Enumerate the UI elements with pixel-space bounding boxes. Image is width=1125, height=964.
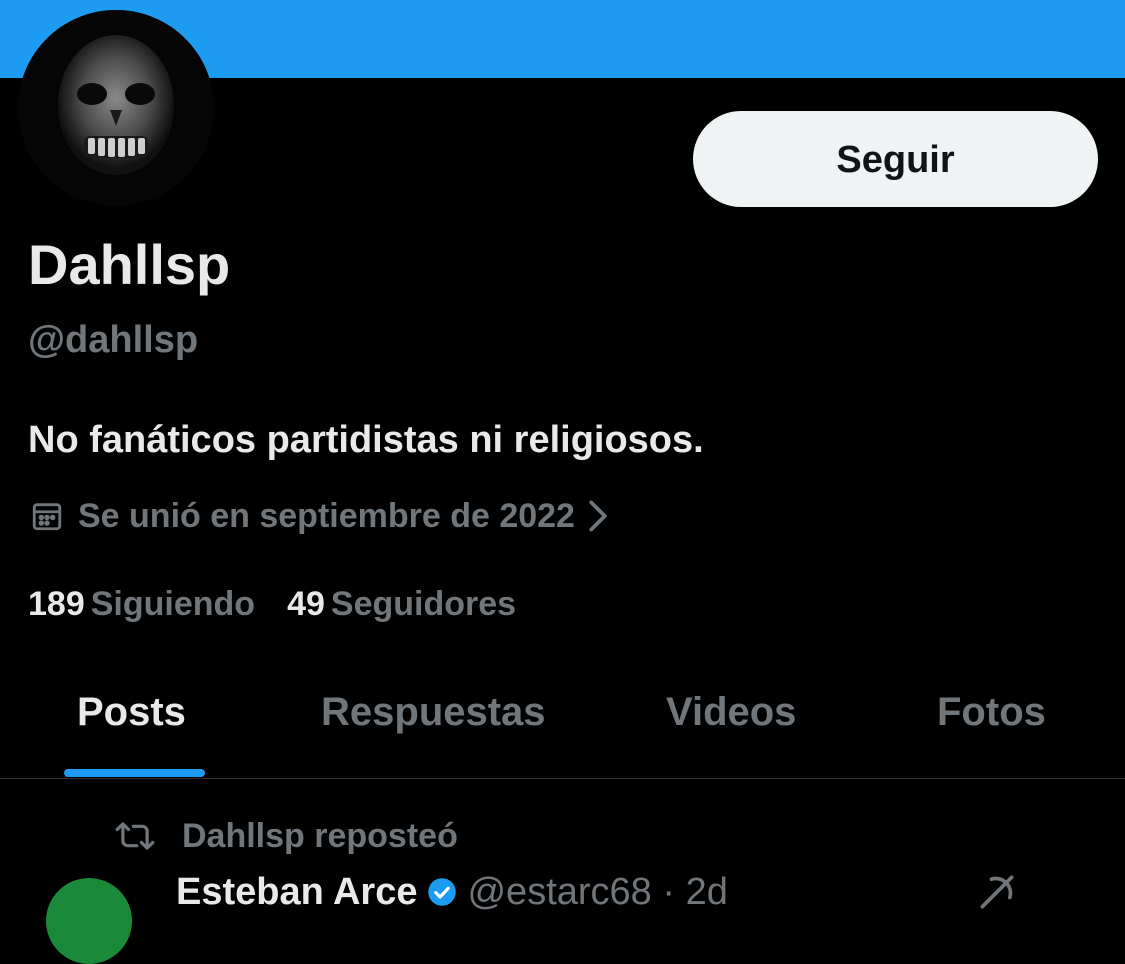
active-tab-indicator	[64, 769, 205, 777]
profile-avatar[interactable]	[18, 10, 214, 206]
calendar-icon	[30, 499, 64, 533]
grok-icon[interactable]	[975, 870, 1019, 914]
following-link[interactable]: 189 Siguiendo	[28, 582, 255, 626]
profile-stats: 189 Siguiendo 49 Seguidores	[28, 582, 548, 626]
follow-button[interactable]: Seguir	[693, 111, 1098, 207]
profile-tabs: Posts Respuestas Videos Fotos	[0, 670, 1125, 779]
tab-respuestas[interactable]: Respuestas	[321, 688, 546, 736]
repost-indicator: Dahllsp reposteó	[114, 814, 458, 858]
tab-posts[interactable]: Posts	[77, 688, 186, 736]
followers-label: Seguidores	[330, 585, 517, 623]
verified-badge-icon	[427, 877, 457, 907]
joined-date-text: Se unió en septiembre de 2022	[78, 496, 575, 535]
post-header: Esteban Arce @estarc68 · 2d	[176, 870, 728, 914]
profile-display-name: Dahllsp	[28, 233, 231, 296]
skull-avatar-icon	[18, 10, 214, 206]
post-author-name[interactable]: Esteban Arce	[176, 870, 417, 914]
post-meta: @estarc68 · 2d	[467, 871, 728, 913]
profile-bio: No fanáticos partidistas ni religiosos.	[28, 419, 704, 461]
post-author-avatar[interactable]	[46, 878, 132, 964]
following-count: 189	[28, 585, 85, 623]
chevron-right-icon	[587, 499, 609, 533]
repost-text: Dahllsp reposteó	[182, 816, 458, 855]
profile-handle: @dahllsp	[28, 319, 199, 361]
followers-count: 49	[287, 585, 325, 623]
followers-link[interactable]: 49 Seguidores	[287, 582, 516, 626]
repost-icon	[114, 819, 156, 853]
tab-videos[interactable]: Videos	[666, 688, 796, 736]
tab-fotos[interactable]: Fotos	[937, 688, 1046, 736]
joined-date-link[interactable]: Se unió en septiembre de 2022	[30, 494, 609, 538]
following-label: Siguiendo	[90, 585, 256, 623]
